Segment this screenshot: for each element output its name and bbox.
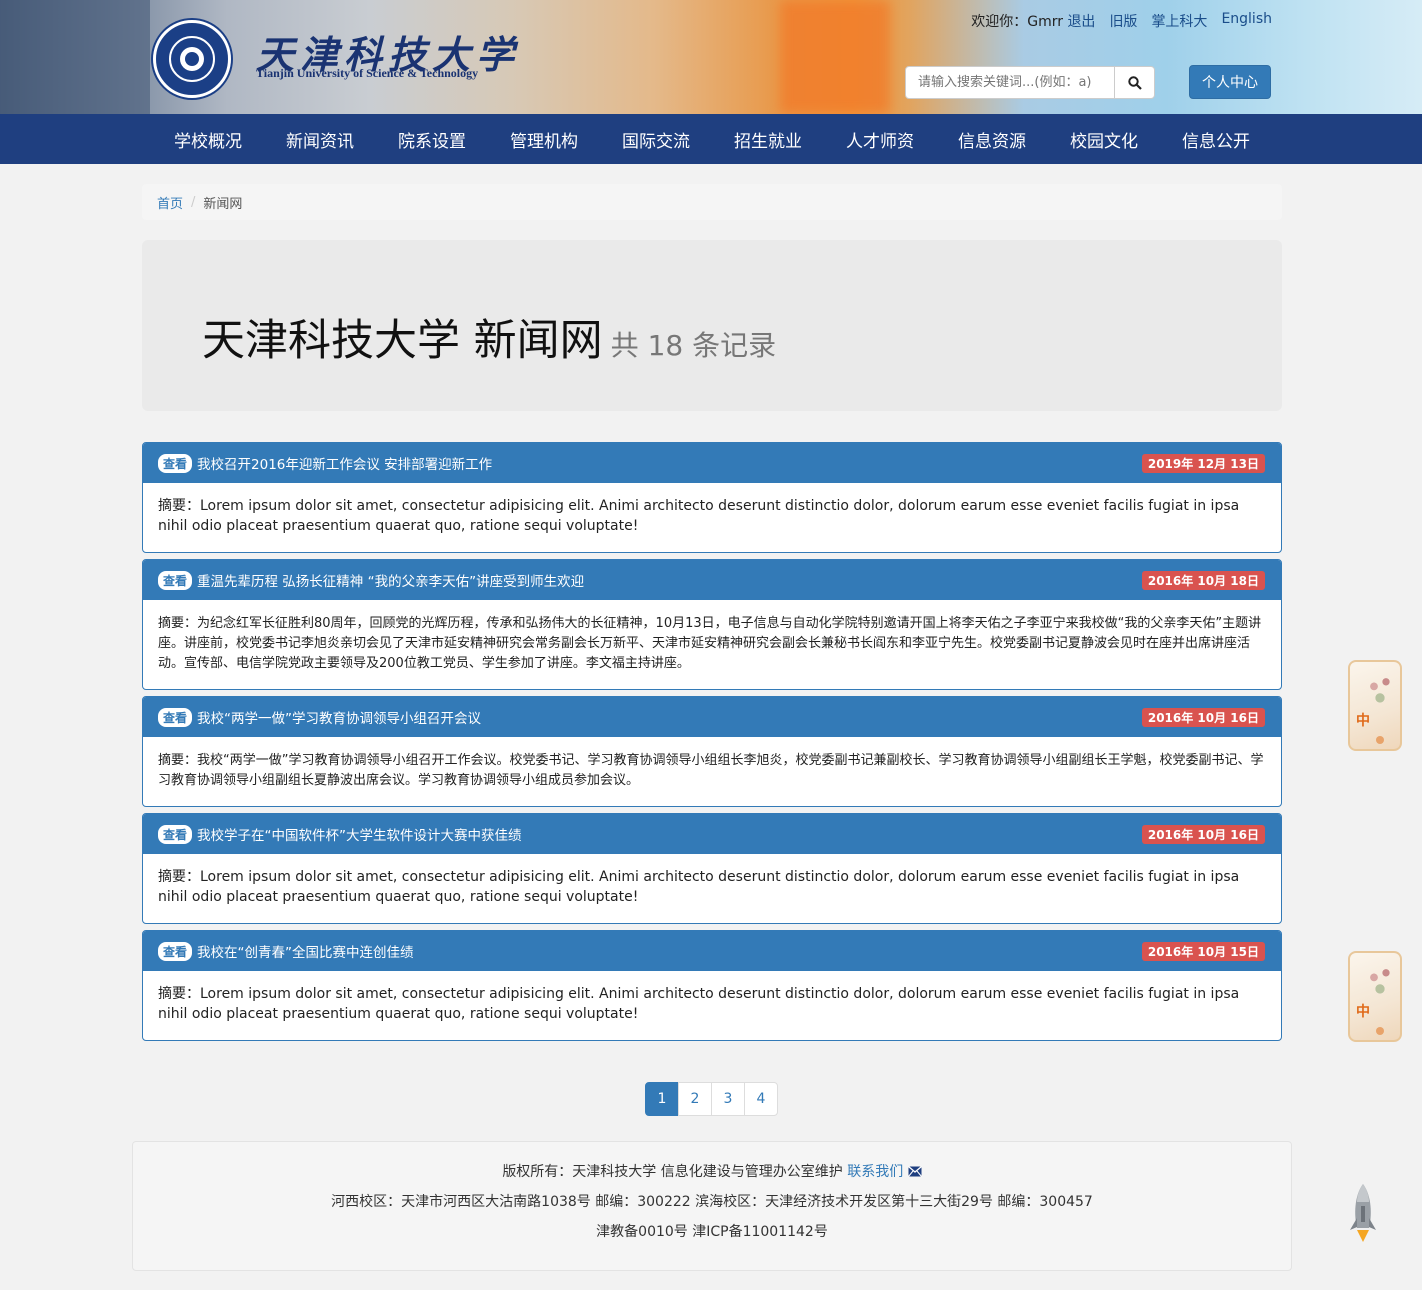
logo-english-name[interactable]: Tianjin University of Science & Technolo… xyxy=(256,66,478,81)
nav-item-campus-culture[interactable]: 校园文化 xyxy=(1048,114,1160,164)
view-badge[interactable]: 查看 xyxy=(158,707,193,727)
floating-ad-card[interactable]: 中 xyxy=(1348,951,1402,1042)
float-card-text: 中 xyxy=(1356,713,1370,729)
news-date-badge: 2019年 12月 13日 xyxy=(1141,454,1265,473)
nav-item-info-disclosure[interactable]: 信息公开 xyxy=(1160,114,1272,164)
news-title[interactable]: 我校“两学一做”学习教育协调领导小组召开会议 xyxy=(197,707,481,727)
back-to-top-rocket-icon[interactable] xyxy=(1348,1182,1378,1244)
record-count: 共 18 条记录 xyxy=(610,329,777,362)
old-version-link[interactable]: 旧版 xyxy=(1109,11,1137,31)
news-item-header[interactable]: 查看 我校召开2016年迎新工作会议 安排部署迎新工作 2019年 12月 13… xyxy=(143,443,1281,483)
plum-blossom-icon xyxy=(1358,959,1398,1005)
site-footer: 版权所有：天津科技大学 信息化建设与管理办公室维护 联系我们 河西校区：天津市河… xyxy=(132,1141,1292,1271)
footer-copyright: 版权所有：天津科技大学 信息化建设与管理办公室维护 联系我们 xyxy=(133,1157,1291,1187)
view-badge[interactable]: 查看 xyxy=(158,570,193,590)
news-item: 查看 重温先辈历程 弘扬长征精神 “我的父亲李天佑”讲座受到师生欢迎 2016年… xyxy=(142,559,1282,690)
page-button-1[interactable]: 1 xyxy=(645,1082,679,1116)
news-summary: 摘要：我校“两学一做”学习教育协调领导小组召开工作会议。校党委书记、学习教育协调… xyxy=(158,753,1264,788)
news-item-header[interactable]: 查看 我校在“创青春”全国比赛中连创佳绩 2016年 10月 15日 xyxy=(143,931,1281,971)
page-button-4[interactable]: 4 xyxy=(744,1082,778,1116)
news-date-badge: 2016年 10月 16日 xyxy=(1141,708,1265,727)
logout-link[interactable]: 退出 xyxy=(1067,14,1095,30)
view-badge[interactable]: 查看 xyxy=(158,941,193,961)
nav-list: 学校概况 新闻资讯 院系设置 管理机构 国际交流 招生就业 人才师资 信息资源 … xyxy=(152,114,1272,164)
news-date-badge: 2016年 10月 15日 xyxy=(1141,942,1265,961)
news-date-badge: 2016年 10月 16日 xyxy=(1141,825,1265,844)
news-title[interactable]: 重温先辈历程 弘扬长征精神 “我的父亲李天佑”讲座受到师生欢迎 xyxy=(197,570,584,590)
nav-item-admissions[interactable]: 招生就业 xyxy=(712,114,824,164)
search-icon xyxy=(1127,75,1142,90)
university-seal-logo[interactable] xyxy=(153,20,231,98)
breadcrumb-current: 新闻网 xyxy=(203,196,243,212)
news-item-header[interactable]: 查看 我校“两学一做”学习教育协调领导小组召开会议 2016年 10月 16日 xyxy=(143,697,1281,737)
news-item: 查看 我校学子在“中国软件杯”大学生软件设计大赛中获佳绩 2016年 10月 1… xyxy=(142,813,1282,924)
page-title: 天津科技大学 新闻网共 18 条记录 xyxy=(202,306,776,368)
header-photo-left xyxy=(0,0,150,114)
news-summary: 摘要：Lorem ipsum dolor sit amet, consectet… xyxy=(158,869,1240,905)
contact-link[interactable]: 联系我们 xyxy=(847,1164,903,1180)
nav-item-international[interactable]: 国际交流 xyxy=(600,114,712,164)
search-input[interactable] xyxy=(906,67,1114,98)
header-photo-building xyxy=(780,0,890,114)
welcome-text: 欢迎你：Gmrr 退出 xyxy=(971,14,1096,30)
mobile-link[interactable]: 掌上科大 xyxy=(1151,11,1207,31)
search-box xyxy=(905,66,1155,99)
envelope-icon[interactable] xyxy=(907,1166,922,1177)
nav-item-school-overview[interactable]: 学校概况 xyxy=(152,114,264,164)
nav-item-faculty[interactable]: 人才师资 xyxy=(824,114,936,164)
english-link[interactable]: English xyxy=(1221,11,1272,31)
seal-core xyxy=(180,47,204,71)
nav-item-administration[interactable]: 管理机构 xyxy=(488,114,600,164)
footer-address: 河西校区：天津市河西区大沽南路1038号 邮编：300222 滨海校区：天津经济… xyxy=(331,1194,1093,1210)
page-jumbotron: 天津科技大学 新闻网共 18 条记录 xyxy=(142,240,1282,411)
float-card-dot xyxy=(1376,736,1384,744)
nav-item-info-resources[interactable]: 信息资源 xyxy=(936,114,1048,164)
news-title[interactable]: 我校学子在“中国软件杯”大学生软件设计大赛中获佳绩 xyxy=(197,824,522,844)
pagination: 1 2 3 4 xyxy=(645,1082,778,1116)
footer-icp: 津教备0010号 津ICP备11001142号 xyxy=(596,1224,828,1240)
floating-ad-card[interactable]: 中 xyxy=(1348,660,1402,751)
news-title[interactable]: 我校在“创青春”全国比赛中连创佳绩 xyxy=(197,941,414,961)
news-item: 查看 我校召开2016年迎新工作会议 安排部署迎新工作 2019年 12月 13… xyxy=(142,442,1282,553)
top-links: 欢迎你：Gmrr 退出 旧版 掌上科大 English xyxy=(971,11,1272,31)
page-button-3[interactable]: 3 xyxy=(711,1082,745,1116)
breadcrumb-home[interactable]: 首页 xyxy=(157,193,183,212)
site-header: 天津科技大学 Tianjin University of Science & T… xyxy=(0,0,1422,114)
news-summary: 摘要：Lorem ipsum dolor sit amet, consectet… xyxy=(158,498,1240,534)
plum-blossom-icon xyxy=(1358,668,1398,714)
news-summary: 摘要：为纪念红军长征胜利80周年，回顾党的光辉历程，传承和弘扬伟大的长征精神，1… xyxy=(158,616,1262,671)
copyright-text: 版权所有：天津科技大学 信息化建设与管理办公室维护 xyxy=(502,1164,843,1180)
news-item-header[interactable]: 查看 我校学子在“中国软件杯”大学生软件设计大赛中获佳绩 2016年 10月 1… xyxy=(143,814,1281,854)
news-item: 查看 我校“两学一做”学习教育协调领导小组召开会议 2016年 10月 16日 … xyxy=(142,696,1282,807)
news-title[interactable]: 我校召开2016年迎新工作会议 安排部署迎新工作 xyxy=(197,453,492,473)
view-badge[interactable]: 查看 xyxy=(158,824,193,844)
view-badge[interactable]: 查看 xyxy=(158,453,193,473)
personal-center-button[interactable]: 个人中心 xyxy=(1189,65,1271,99)
float-card-text: 中 xyxy=(1356,1004,1370,1020)
news-item-header[interactable]: 查看 重温先辈历程 弘扬长征精神 “我的父亲李天佑”讲座受到师生欢迎 2016年… xyxy=(143,560,1281,600)
search-button[interactable] xyxy=(1114,67,1154,98)
main-nav: 学校概况 新闻资讯 院系设置 管理机构 国际交流 招生就业 人才师资 信息资源 … xyxy=(0,114,1422,164)
nav-item-news[interactable]: 新闻资讯 xyxy=(264,114,376,164)
page-button-2[interactable]: 2 xyxy=(678,1082,712,1116)
breadcrumb-separator: / xyxy=(191,194,196,210)
news-date-badge: 2016年 10月 18日 xyxy=(1141,571,1265,590)
nav-item-departments[interactable]: 院系设置 xyxy=(376,114,488,164)
breadcrumb: 首页 / 新闻网 xyxy=(142,184,1282,220)
news-list: 查看 我校召开2016年迎新工作会议 安排部署迎新工作 2019年 12月 13… xyxy=(142,442,1282,1047)
news-summary: 摘要：Lorem ipsum dolor sit amet, consectet… xyxy=(158,986,1240,1022)
page-title-text: 天津科技大学 新闻网 xyxy=(202,316,603,366)
news-item: 查看 我校在“创青春”全国比赛中连创佳绩 2016年 10月 15日 摘要：Lo… xyxy=(142,930,1282,1041)
float-card-dot xyxy=(1376,1027,1384,1035)
